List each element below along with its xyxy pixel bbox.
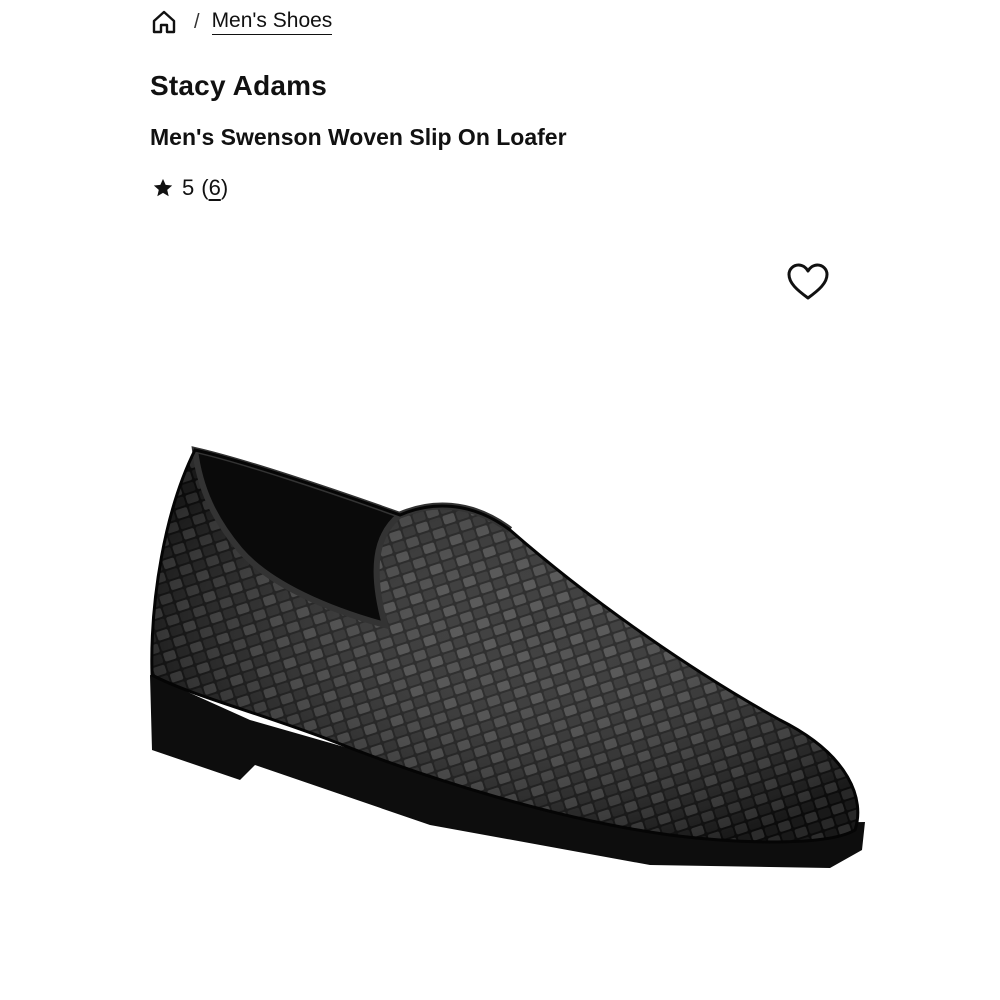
rating-count-open: ( <box>201 175 209 200</box>
product-image[interactable] <box>130 420 890 940</box>
breadcrumb-separator: / <box>194 10 200 33</box>
breadcrumb: / Men's Shoes <box>150 6 333 38</box>
rating-count-link[interactable]: 6 <box>209 175 221 201</box>
star-icon <box>153 178 173 197</box>
rating: 5 ( 6 ) <box>152 175 228 201</box>
heart-outline-icon[interactable] <box>785 260 831 306</box>
home-icon[interactable] <box>150 8 178 36</box>
product-title: Men's Swenson Woven Slip On Loafer <box>150 124 567 150</box>
brand-name[interactable]: Stacy Adams <box>150 70 327 102</box>
rating-count-close: ) <box>220 175 229 200</box>
breadcrumb-link-mens-shoes[interactable]: Men's Shoes <box>211 9 333 35</box>
rating-value: 5 <box>182 175 195 200</box>
